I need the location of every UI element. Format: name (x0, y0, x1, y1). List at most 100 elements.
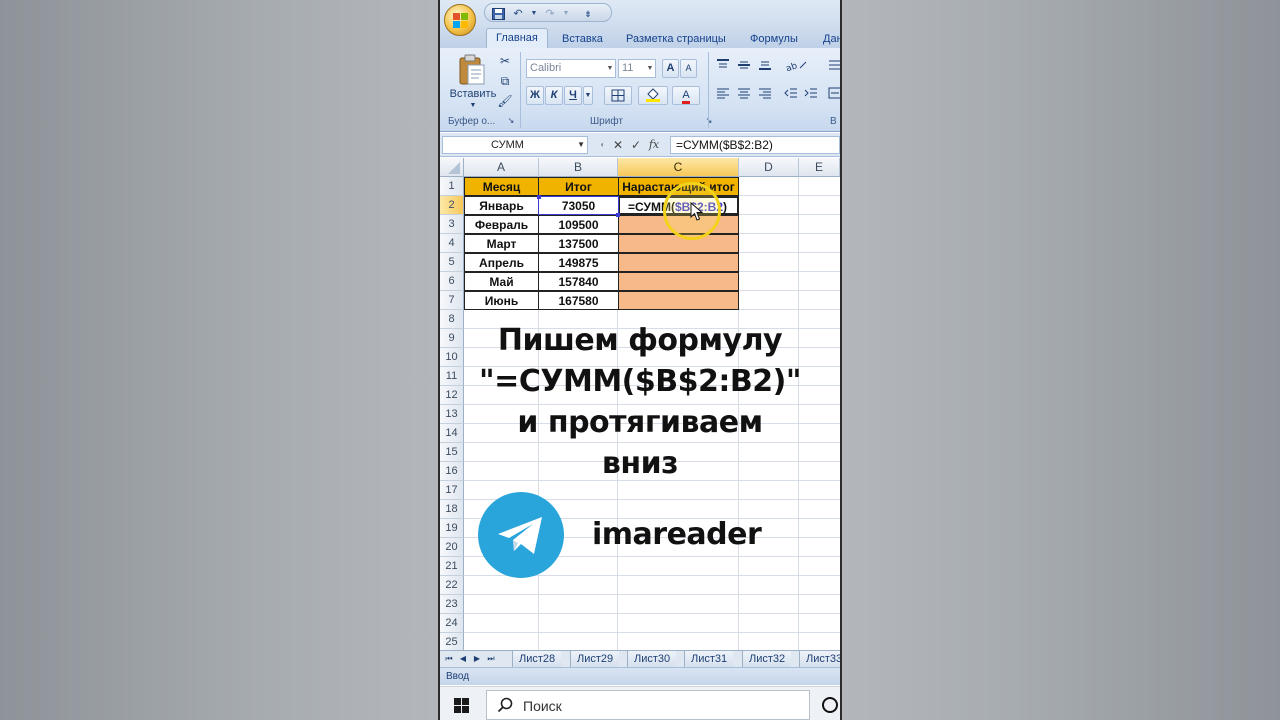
windows-start-icon[interactable] (454, 698, 470, 714)
tab-home[interactable]: Главная (486, 28, 548, 48)
customize-qat-icon[interactable]: ⇟ (581, 8, 595, 20)
sheet-tab[interactable]: Лист29 (570, 651, 620, 667)
font-name-combo[interactable]: Calibri ▼ (526, 59, 616, 78)
font-launcher-icon[interactable]: ↘ (702, 114, 716, 128)
undo-dropdown-icon[interactable]: ▼ (527, 8, 541, 20)
tab-formulas[interactable]: Формулы (750, 30, 798, 48)
cell-total[interactable]: 137500 (538, 234, 619, 253)
sheet-tab[interactable]: Лист28 (512, 651, 562, 667)
tab-page-layout[interactable]: Разметка страницы (626, 30, 726, 48)
insert-function-button[interactable]: fx (646, 136, 662, 154)
font-size-combo[interactable]: 11 ▼ (618, 59, 656, 78)
cell-running-total[interactable] (618, 291, 739, 310)
column-header-b[interactable]: B (539, 158, 618, 177)
office-button[interactable] (444, 4, 476, 36)
row-header[interactable]: 1 (440, 177, 464, 196)
bold-button[interactable]: Ж (526, 86, 544, 105)
tab-data[interactable]: Дан (823, 30, 840, 48)
orientation-icon[interactable]: ab (784, 58, 810, 76)
wrap-text-icon[interactable] (826, 58, 840, 76)
row-header[interactable]: 2 (440, 196, 464, 215)
underline-dropdown-icon[interactable]: ▼ (583, 86, 593, 105)
formula-input[interactable]: =СУММ($B$2:B2) (670, 136, 840, 154)
cut-icon[interactable]: ✂ (496, 52, 514, 70)
cell-total[interactable]: 157840 (538, 272, 619, 291)
name-box[interactable]: СУММ ▼ (442, 136, 588, 154)
first-sheet-icon[interactable]: ⏮ (444, 653, 454, 665)
font-color-button[interactable]: A (672, 86, 700, 105)
increase-indent-icon[interactable] (802, 86, 820, 104)
italic-button[interactable]: К (545, 86, 563, 105)
cell-b1-total-header[interactable]: Итог (538, 177, 619, 196)
sheet-tab[interactable]: Лист32 (742, 651, 792, 667)
sheet-tab[interactable]: Лист33 (799, 651, 840, 667)
cell-running-total[interactable] (618, 253, 739, 272)
row-header[interactable]: 23 (440, 595, 464, 614)
align-top-icon[interactable] (714, 58, 732, 76)
cell-total[interactable]: 149875 (538, 253, 619, 272)
worksheet-grid[interactable]: A B C D E 1 2 3 4 5 6 7 8 9 10 11 12 13 14 15 16 17 18 19 2… (440, 158, 840, 652)
shrink-font-button[interactable]: A (680, 59, 697, 78)
clipboard-launcher-icon[interactable]: ↘ (504, 114, 518, 128)
enter-icon[interactable]: ✓ (628, 136, 644, 154)
row-header[interactable]: 3 (440, 215, 464, 234)
grow-font-button[interactable]: A (662, 59, 679, 78)
taskbar-search-box[interactable]: Поиск (486, 690, 810, 720)
cell-month[interactable]: Февраль (464, 215, 539, 234)
cell-total[interactable]: 167580 (538, 291, 619, 310)
row-header[interactable]: 19 (440, 519, 464, 538)
cancel-icon[interactable]: ✕ (610, 136, 626, 154)
group-separator (520, 52, 521, 128)
redo-icon[interactable]: ↷ (543, 8, 557, 20)
row-header[interactable]: 24 (440, 614, 464, 633)
cell-running-total[interactable] (618, 272, 739, 291)
merge-cells-icon[interactable] (826, 86, 840, 104)
column-header-d[interactable]: D (739, 158, 799, 177)
formula-bar-splitter-icon[interactable]: ◖ (594, 136, 610, 154)
format-painter-icon[interactable]: 🖌 (496, 92, 514, 110)
undo-icon[interactable]: ↶ (511, 8, 525, 20)
save-icon[interactable] (491, 8, 505, 20)
align-left-icon[interactable] (714, 86, 732, 104)
range-handle[interactable] (537, 195, 541, 199)
borders-button[interactable] (604, 86, 632, 105)
row-header[interactable]: 20 (440, 538, 464, 557)
row-header[interactable]: 4 (440, 234, 464, 253)
cell-total[interactable]: 109500 (538, 215, 619, 234)
cell-month[interactable]: Апрель (464, 253, 539, 272)
underline-button[interactable]: Ч (564, 86, 582, 105)
redo-dropdown-icon[interactable]: ▼ (559, 8, 573, 20)
align-bottom-icon[interactable] (756, 58, 774, 76)
fill-color-button[interactable] (638, 86, 668, 105)
cell-month[interactable]: Май (464, 272, 539, 291)
align-center-icon[interactable] (735, 86, 753, 104)
sheet-tab[interactable]: Лист31 (684, 651, 734, 667)
decrease-indent-icon[interactable] (782, 86, 800, 104)
column-header-a[interactable]: A (464, 158, 539, 177)
sheet-tab[interactable]: Лист30 (627, 651, 677, 667)
tab-insert[interactable]: Вставка (562, 30, 603, 48)
next-sheet-icon[interactable]: ▶ (472, 653, 482, 665)
cell-month[interactable]: Июнь (464, 291, 539, 310)
row-header[interactable]: 18 (440, 500, 464, 519)
copy-icon[interactable]: ⧉ (496, 72, 514, 90)
cell-a1-month-header[interactable]: Месяц (464, 177, 539, 196)
row-header[interactable]: 7 (440, 291, 464, 310)
range-handle[interactable] (616, 213, 620, 217)
font-size-value: 11 (622, 62, 634, 74)
column-header-c[interactable]: C (618, 158, 739, 177)
prev-sheet-icon[interactable]: ◀ (458, 653, 468, 665)
last-sheet-icon[interactable]: ⏭ (486, 653, 496, 665)
align-right-icon[interactable] (756, 86, 774, 104)
column-header-e[interactable]: E (799, 158, 840, 177)
cortana-icon[interactable] (822, 697, 838, 713)
row-header[interactable]: 6 (440, 272, 464, 291)
select-all-corner[interactable] (440, 158, 464, 177)
cell-month[interactable]: Январь (464, 196, 539, 215)
paste-button[interactable]: Вставить ▼ (448, 52, 498, 112)
row-header[interactable]: 22 (440, 576, 464, 595)
row-header[interactable]: 5 (440, 253, 464, 272)
row-header[interactable]: 21 (440, 557, 464, 576)
cell-month[interactable]: Март (464, 234, 539, 253)
align-middle-icon[interactable] (735, 58, 753, 76)
